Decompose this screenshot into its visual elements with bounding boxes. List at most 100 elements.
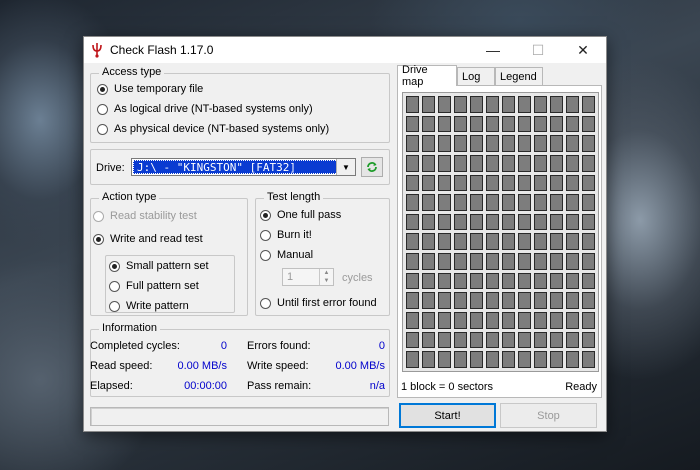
action-type-group: Action type Read stability test Write an… <box>90 191 248 316</box>
drive-map-block <box>486 253 499 270</box>
drive-map-block <box>486 96 499 113</box>
drive-map-block <box>534 135 547 152</box>
write-speed-label: Write speed: <box>247 360 309 372</box>
drive-map-block <box>582 312 595 329</box>
test-length-group: Test length One full pass Burn it! Manua… <box>255 191 390 316</box>
access-temp-file-radio[interactable]: Use temporary file <box>97 83 203 95</box>
close-button[interactable]: ✕ <box>560 37 606 63</box>
drive-map-block <box>534 154 547 172</box>
tab-log[interactable]: Log <box>457 67 495 85</box>
drive-map-block <box>438 292 451 310</box>
drive-map-block <box>422 292 435 310</box>
drive-map-block <box>406 272 419 290</box>
maximize-button[interactable]: ☐ <box>515 37 561 63</box>
stop-button[interactable]: Stop <box>500 403 597 428</box>
drive-map-block <box>422 213 435 231</box>
drive-map-block <box>550 253 563 270</box>
drive-map-block <box>534 96 547 113</box>
title-bar[interactable]: Check Flash 1.17.0 — ☐ ✕ <box>84 37 606 63</box>
block-info: 1 block = 0 sectors <box>401 381 494 393</box>
access-physical-device-radio[interactable]: As physical device (NT-based systems onl… <box>97 123 329 135</box>
drive-select[interactable]: J:\ - "KINGSTON" [FAT32] <box>131 158 356 176</box>
drive-map-block <box>406 135 419 152</box>
write-read-test-radio[interactable]: Write and read test <box>93 233 203 245</box>
drive-map-block <box>566 96 579 113</box>
window-title: Check Flash 1.17.0 <box>110 43 214 57</box>
drive-map-block <box>486 312 499 329</box>
drive-map-block <box>534 272 547 290</box>
drive-map-block <box>518 272 531 290</box>
cycles-stepper[interactable]: 1 ▲ ▼ <box>282 268 334 286</box>
cycles-value: 1 <box>287 271 294 283</box>
drive-map-block <box>502 174 515 192</box>
drive-map-block <box>534 351 547 368</box>
burn-it-radio[interactable]: Burn it! <box>260 229 312 241</box>
one-full-pass-radio[interactable]: One full pass <box>260 209 341 221</box>
drive-map-block <box>534 213 547 231</box>
drive-map-block <box>470 331 483 349</box>
drive-map-block <box>422 331 435 349</box>
drive-map-block <box>470 115 483 133</box>
drive-map-block <box>470 292 483 310</box>
drive-map-block <box>454 194 467 211</box>
full-pattern-radio[interactable]: Full pattern set <box>109 280 199 292</box>
read-speed-value: 0.00 MB/s <box>177 360 227 372</box>
tab-drive-map[interactable]: Drive map <box>397 64 457 88</box>
stepper-arrows-icon[interactable]: ▲ ▼ <box>319 269 333 285</box>
drive-label: Drive: <box>96 162 125 174</box>
drive-map-block <box>566 331 579 349</box>
drive-map-block <box>422 312 435 329</box>
drive-map-block <box>454 115 467 133</box>
drive-map-block <box>550 213 563 231</box>
minimize-button[interactable]: — <box>470 37 516 63</box>
drive-map-block <box>534 233 547 251</box>
drive-map-block <box>550 194 563 211</box>
refresh-button[interactable] <box>361 157 383 177</box>
drive-map-block <box>438 351 451 368</box>
option-label: As logical drive (NT-based systems only) <box>114 103 313 115</box>
drive-map-block <box>518 115 531 133</box>
drive-map-block <box>582 331 595 349</box>
write-pattern-radio[interactable]: Write pattern <box>109 300 189 312</box>
drive-map-block <box>566 154 579 172</box>
drive-map-block <box>422 253 435 270</box>
drive-map-block <box>470 135 483 152</box>
small-pattern-radio[interactable]: Small pattern set <box>109 260 209 272</box>
read-stability-radio[interactable]: Read stability test <box>93 210 197 222</box>
drive-map-block <box>582 213 595 231</box>
until-first-error-radio[interactable]: Until first error found <box>260 297 377 309</box>
tab-legend[interactable]: Legend <box>495 67 543 85</box>
drive-map-block <box>422 96 435 113</box>
drive-map-block <box>406 154 419 172</box>
drive-map-block <box>502 154 515 172</box>
drive-map-block <box>486 115 499 133</box>
drive-map-block <box>518 331 531 349</box>
drive-map-block <box>502 96 515 113</box>
radio-indicator <box>93 210 104 222</box>
test-length-legend: Test length <box>264 191 324 203</box>
radio-indicator <box>109 300 120 312</box>
manual-radio[interactable]: Manual <box>260 249 313 261</box>
write-speed-value: 0.00 MB/s <box>335 360 385 372</box>
errors-found-label: Errors found: <box>247 340 311 352</box>
drive-map-block <box>470 174 483 192</box>
chevron-down-icon[interactable]: ▼ <box>336 159 355 175</box>
drive-map-block <box>454 312 467 329</box>
drive-map-block <box>406 213 419 231</box>
drive-map-block <box>438 331 451 349</box>
access-logical-drive-radio[interactable]: As logical drive (NT-based systems only) <box>97 103 313 115</box>
drive-map-block <box>422 174 435 192</box>
drive-map-block <box>502 213 515 231</box>
drive-map-block <box>470 351 483 368</box>
drive-map-block <box>454 351 467 368</box>
drive-map-block <box>534 174 547 192</box>
drive-map-block <box>470 96 483 113</box>
start-button[interactable]: Start! <box>399 403 496 428</box>
drive-map-block <box>422 351 435 368</box>
drive-map-block <box>438 115 451 133</box>
drive-map-block <box>454 253 467 270</box>
drive-map-block <box>582 174 595 192</box>
drive-map-block <box>470 233 483 251</box>
drive-map-block <box>470 312 483 329</box>
elapsed-label: Elapsed: <box>90 380 133 392</box>
